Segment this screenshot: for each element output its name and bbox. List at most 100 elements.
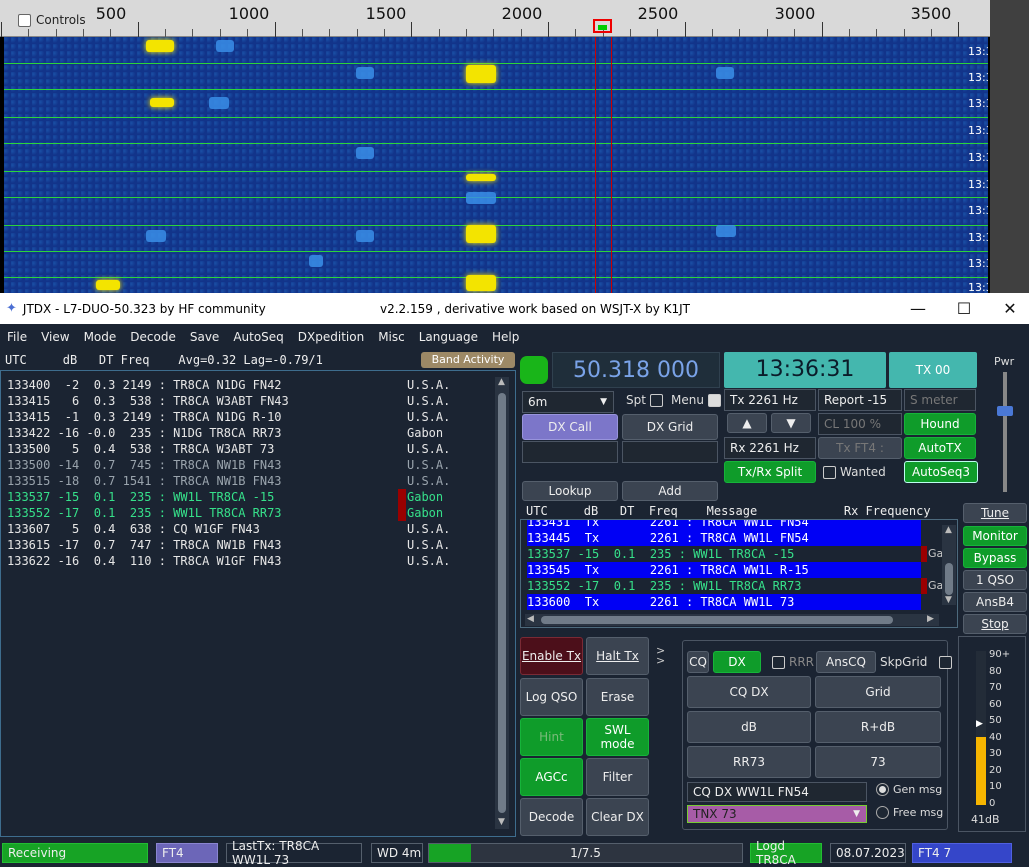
menu-save[interactable]: Save bbox=[183, 328, 226, 348]
cq-dx-button[interactable]: CQ DX bbox=[687, 676, 811, 708]
clear-dx-button[interactable]: Clear DX bbox=[586, 798, 649, 836]
report-spinbox[interactable]: Report -15 bbox=[818, 389, 902, 411]
autotx-button[interactable]: AutoTX bbox=[904, 437, 976, 459]
wanted-check-icon[interactable] bbox=[823, 465, 836, 479]
menu-check-icon[interactable] bbox=[707, 393, 721, 407]
gen-msg-radio[interactable]: Gen msg bbox=[876, 783, 942, 796]
one-qso-button[interactable]: 1 QSO bbox=[963, 570, 1027, 590]
band-activity-scrollbar[interactable]: ▲ ▼ bbox=[495, 377, 509, 829]
free-msg-radio[interactable]: Free msg bbox=[876, 806, 943, 819]
minimize-icon[interactable]: — bbox=[895, 293, 941, 324]
rx-row[interactable]: 133545 Tx 2261 : TR8CA WW1L R-15 bbox=[527, 562, 921, 578]
decode-row[interactable]: 133515 -18 0.7 1541 : TR8CA NW1B FN43 U.S… bbox=[7, 473, 450, 489]
menu-view[interactable]: View bbox=[34, 328, 76, 348]
agcc-button[interactable]: AGCc bbox=[520, 758, 583, 796]
band-activity-list[interactable]: 133400 -2 0.3 2149 : TR8CA N1DG FN42 U.S.… bbox=[0, 370, 516, 837]
frequency-scale[interactable]: Controls 500 1000 1500 2000 2500 3000 35… bbox=[0, 0, 990, 37]
rx-frequency-list[interactable]: 133431 Tx 2261 : TR8CA WW1L FN54 133445 T… bbox=[520, 519, 958, 628]
monitor-button[interactable]: Monitor bbox=[963, 526, 1027, 546]
rx-row[interactable]: 133552 -17 0.1 235 : WW1L TR8CA RR73 bbox=[527, 578, 921, 594]
tx-rx-split-button[interactable]: Tx/Rx Split bbox=[724, 461, 816, 483]
controls-checkbox[interactable] bbox=[18, 13, 31, 27]
waterfall[interactable]: Controls 500 1000 1500 2000 2500 3000 35… bbox=[0, 0, 990, 293]
scroll-up-icon[interactable]: ▲ bbox=[945, 525, 952, 535]
menu-misc[interactable]: Misc bbox=[371, 328, 412, 348]
close-icon[interactable]: ✕ bbox=[987, 293, 1029, 324]
enable-tx-button[interactable]: Enable Tx bbox=[520, 637, 583, 675]
rx-row[interactable]: 133537 -15 0.1 235 : WW1L TR8CA -15 bbox=[527, 546, 921, 562]
dx-grid-input[interactable] bbox=[622, 441, 718, 463]
menu-autoseq[interactable]: AutoSeq bbox=[226, 328, 290, 348]
menu-language[interactable]: Language bbox=[412, 328, 485, 348]
add-button[interactable]: Add bbox=[622, 481, 718, 501]
scroll-right-icon[interactable]: ▶ bbox=[927, 614, 934, 624]
decode-row[interactable]: 133500 5 0.4 538 : TR8CA W3ABT 73 U.S.A. bbox=[7, 441, 450, 457]
rx-row[interactable]: 133600 Tx 2261 : TR8CA WW1L 73 bbox=[527, 594, 921, 610]
rx-horizontal-scrollbar[interactable]: ◀ ▶ bbox=[525, 614, 939, 626]
tx-frequency-marker[interactable] bbox=[593, 19, 612, 33]
decode-row[interactable]: 133415 6 0.3 538 : TR8CA W3ABT FN43 U.S.A… bbox=[7, 393, 450, 409]
gen-msg-radio-icon[interactable] bbox=[876, 783, 889, 796]
gen-msg-input[interactable]: CQ DX WW1L FN54 bbox=[687, 782, 867, 802]
scroll-thumb[interactable] bbox=[945, 563, 953, 595]
swl-mode-button[interactable]: SWL mode bbox=[586, 718, 649, 756]
grid-button[interactable]: Grid bbox=[815, 676, 941, 708]
lookup-button[interactable]: Lookup bbox=[522, 481, 618, 501]
menu-file[interactable]: File bbox=[0, 328, 34, 348]
decode-row[interactable]: 133622 -16 0.4 110 : TR8CA W1GF FN43 U.S.… bbox=[7, 553, 450, 569]
scroll-left-icon[interactable]: ◀ bbox=[527, 614, 534, 624]
rx-scrollbar[interactable]: ▲ ▼ bbox=[942, 525, 956, 605]
scroll-down-icon[interactable]: ▼ bbox=[498, 817, 505, 827]
band-select[interactable]: 6m ▼ bbox=[522, 391, 614, 413]
rx-frequency-field[interactable]: Rx 2261 Hz bbox=[724, 437, 816, 459]
dial-frequency[interactable]: 50.318 000 bbox=[552, 352, 720, 388]
hint-button[interactable]: Hint bbox=[520, 718, 583, 756]
decode-row[interactable]: 133415 -1 0.3 2149 : TR8CA N1DG R-10 U.S.… bbox=[7, 409, 450, 425]
scroll-up-icon[interactable]: ▲ bbox=[498, 377, 505, 387]
decode-row[interactable]: 133607 5 0.4 638 : CQ W1GF FN43 U.S.A. bbox=[7, 521, 450, 537]
hound-button[interactable]: Hound bbox=[904, 413, 976, 435]
erase-button[interactable]: Erase bbox=[586, 678, 649, 716]
band-activity-button[interactable]: Band Activity bbox=[421, 352, 515, 368]
maximize-icon[interactable]: ☐ bbox=[941, 293, 987, 324]
dx-button[interactable]: DX bbox=[713, 651, 761, 673]
rrr-checkbox[interactable]: RRR bbox=[772, 655, 814, 669]
autoseq3-button[interactable]: AutoSeq3 bbox=[904, 461, 978, 483]
spt-check-icon[interactable] bbox=[649, 393, 663, 407]
decode-row[interactable]: 133552 -17 0.1 235 : WW1L TR8CA RR73 Gabo… bbox=[7, 505, 443, 521]
scroll-down-icon[interactable]: ▼ bbox=[945, 595, 952, 605]
stop-button[interactable]: Stop bbox=[963, 614, 1027, 634]
skpgrid-checkbox[interactable]: SkpGrid bbox=[880, 655, 953, 669]
rrr-check-icon[interactable] bbox=[772, 655, 785, 669]
filter-button[interactable]: Filter bbox=[586, 758, 649, 796]
free-msg-radio-icon[interactable] bbox=[876, 806, 889, 819]
log-qso-button[interactable]: Log QSO bbox=[520, 678, 583, 716]
dx-call-button[interactable]: DX Call bbox=[522, 414, 618, 440]
cq-button[interactable]: CQ bbox=[687, 651, 709, 673]
decode-row[interactable]: 133537 -15 0.1 235 : WW1L TR8CA -15 Gabon bbox=[7, 489, 443, 505]
decode-row[interactable]: 133615 -17 0.7 747 : TR8CA NW1B FN43 U.S.… bbox=[7, 537, 450, 553]
wanted-checkbox[interactable]: Wanted bbox=[823, 465, 886, 479]
bypass-button[interactable]: Bypass bbox=[963, 548, 1027, 568]
up-arrow-icon[interactable]: ▲ bbox=[727, 413, 767, 433]
spt-checkbox[interactable]: Spt bbox=[626, 393, 663, 407]
title-bar[interactable]: ✦ JTDX - L7-DUO-50.323 by HF community v… bbox=[0, 293, 1029, 324]
r-db-button[interactable]: R+dB bbox=[815, 711, 941, 743]
anscq-button[interactable]: AnsCQ bbox=[816, 651, 876, 673]
menu-dxpedition[interactable]: DXpedition bbox=[291, 328, 371, 348]
waterfall-display[interactable]: 13:36 13:36 13:36 13:36 13:36 13:36 13:36 13:36… bbox=[4, 37, 988, 293]
menu-decode[interactable]: Decode bbox=[123, 328, 183, 348]
decode-button[interactable]: Decode bbox=[520, 798, 583, 836]
decode-row[interactable]: 133422 -16 -0.0 235 : N1DG TR8CA RR73 Gab… bbox=[7, 425, 443, 441]
cl-spinbox[interactable]: CL 100 % bbox=[818, 413, 902, 435]
rr73-button[interactable]: RR73 bbox=[687, 746, 811, 778]
rx-row[interactable]: 133431 Tx 2261 : TR8CA WW1L FN54 bbox=[527, 520, 921, 530]
menu-help[interactable]: Help bbox=[485, 328, 526, 348]
halt-tx-button[interactable]: Halt Tx bbox=[586, 637, 649, 675]
ansb4-button[interactable]: AnsB4 bbox=[963, 592, 1027, 612]
tx-ft4-button[interactable]: Tx FT4 : bbox=[818, 437, 902, 459]
seventy-three-button[interactable]: 73 bbox=[815, 746, 941, 778]
menu-mode[interactable]: Mode bbox=[77, 328, 124, 348]
skpgrid-check-icon[interactable] bbox=[939, 655, 953, 669]
dx-grid-button[interactable]: DX Grid bbox=[622, 414, 718, 440]
